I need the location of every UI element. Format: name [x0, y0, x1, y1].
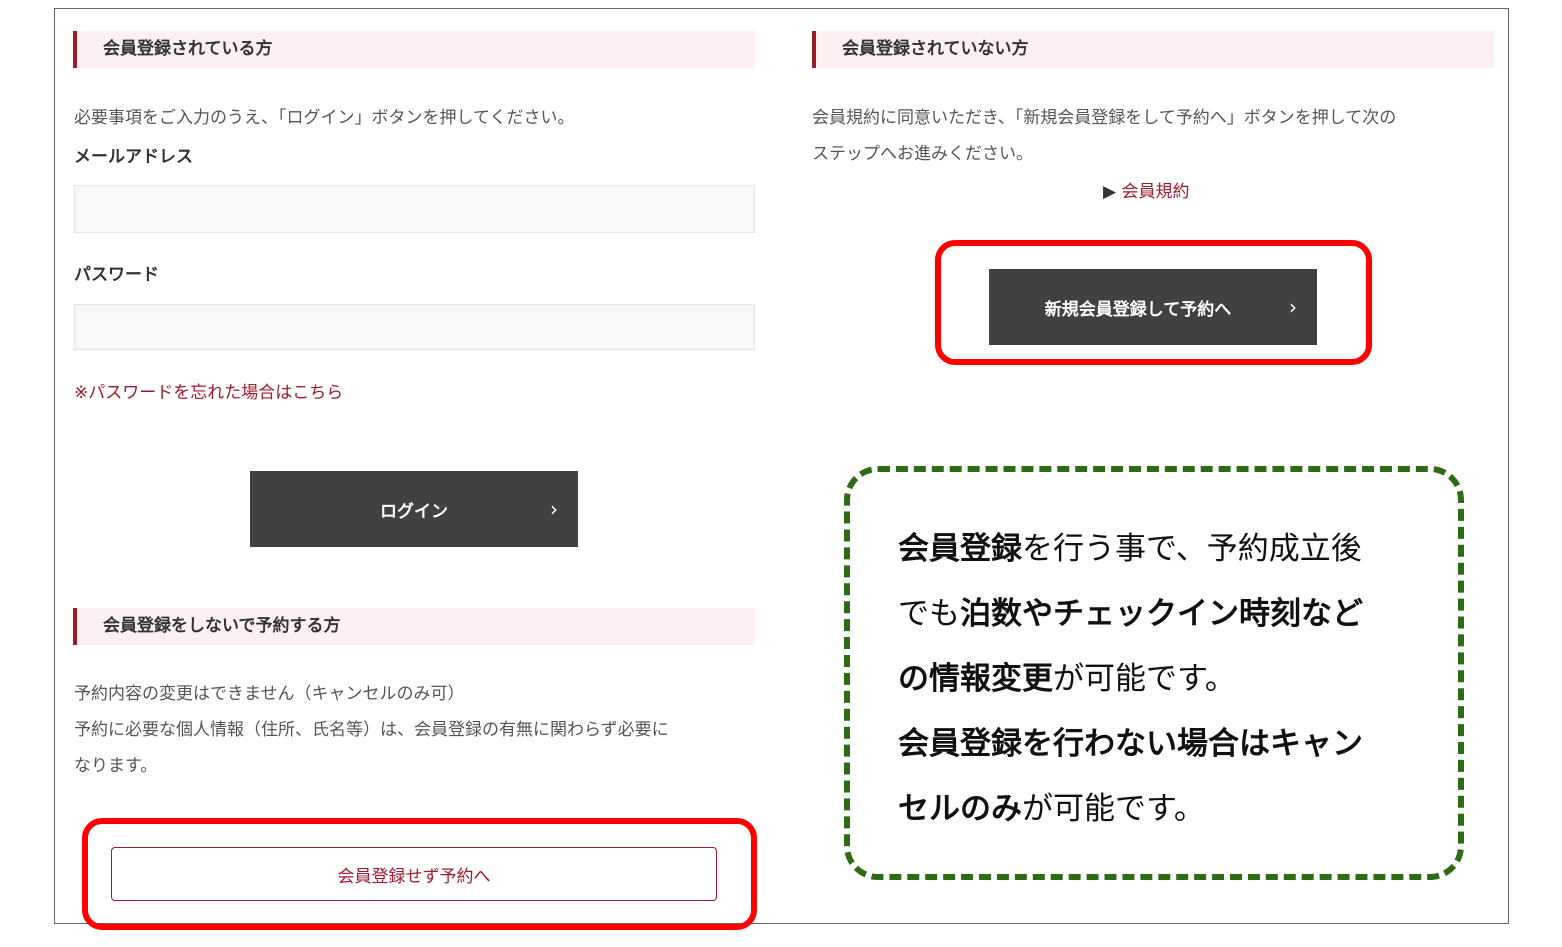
register-reserve-button[interactable]: 新規会員登録して予約へ ›	[989, 269, 1317, 345]
callout-text: が可能です。	[1022, 791, 1205, 827]
callout-line-3: の情報変更が可能です。	[898, 653, 1236, 698]
chevron-right-icon: ›	[1289, 295, 1297, 319]
password-input[interactable]	[74, 304, 755, 350]
guest-section-heading: 会員登録をしないで予約する方	[73, 608, 755, 645]
guest-note-line3: なります。	[74, 756, 158, 776]
callout-line-1: 会員登録を行う事で、予約成立後	[898, 523, 1362, 568]
nonmembers-instruction-line2: ステップへお進みください。	[812, 144, 1033, 164]
guest-note-line1: 予約内容の変更はできません（キャンセルのみ可）	[74, 684, 465, 704]
guest-reserve-button[interactable]: 会員登録せず予約へ	[111, 847, 717, 901]
members-instruction: 必要事項をご入力のうえ、「ログイン」ボタンを押してください。	[74, 108, 575, 128]
nonmembers-section-heading: 会員登録されていない方	[812, 31, 1494, 68]
nonmembers-instruction-line1: 会員規約に同意いただき、「新規会員登録をして予約へ」ボタンを押して次の	[812, 108, 1397, 128]
password-label: パスワード	[74, 265, 159, 285]
terms-link[interactable]: ▶ 会員規約	[1103, 177, 1189, 202]
callout-bold: 会員登録	[898, 531, 1022, 567]
guest-note-line2: 予約に必要な個人情報（住所、氏名等）は、会員登録の有無に関わらず必要に	[74, 720, 669, 740]
login-button[interactable]: ログイン ›	[250, 471, 578, 547]
terms-link-label: 会員規約	[1121, 182, 1190, 202]
triangle-right-icon: ▶	[1103, 182, 1117, 202]
members-section-heading: 会員登録されている方	[73, 31, 755, 68]
forgot-password-link[interactable]: ※パスワードを忘れた場合はこちら	[74, 378, 343, 403]
email-label: メールアドレス	[74, 147, 193, 167]
callout-bold: セルのみ	[898, 791, 1022, 827]
callout-text: を行う事で、予約成立後	[1022, 531, 1362, 567]
login-button-label: ログイン	[380, 501, 448, 522]
callout-line-5: セルのみが可能です。	[898, 783, 1205, 828]
callout-text: でも	[898, 596, 960, 632]
callout-bold: 会員登録を行わない場合はキャン	[898, 726, 1363, 762]
chevron-right-icon: ›	[550, 497, 558, 521]
register-button-label: 新規会員登録して予約へ	[1044, 299, 1232, 320]
callout-bold: の情報変更	[898, 661, 1053, 697]
callout-line-4: 会員登録を行わない場合はキャン	[898, 718, 1363, 763]
callout-bold: 泊数やチェックイン時刻など	[960, 596, 1363, 632]
callout-line-2: でも泊数やチェックイン時刻など	[898, 588, 1363, 633]
callout-text: が可能です。	[1053, 661, 1236, 697]
email-input[interactable]	[74, 185, 755, 233]
